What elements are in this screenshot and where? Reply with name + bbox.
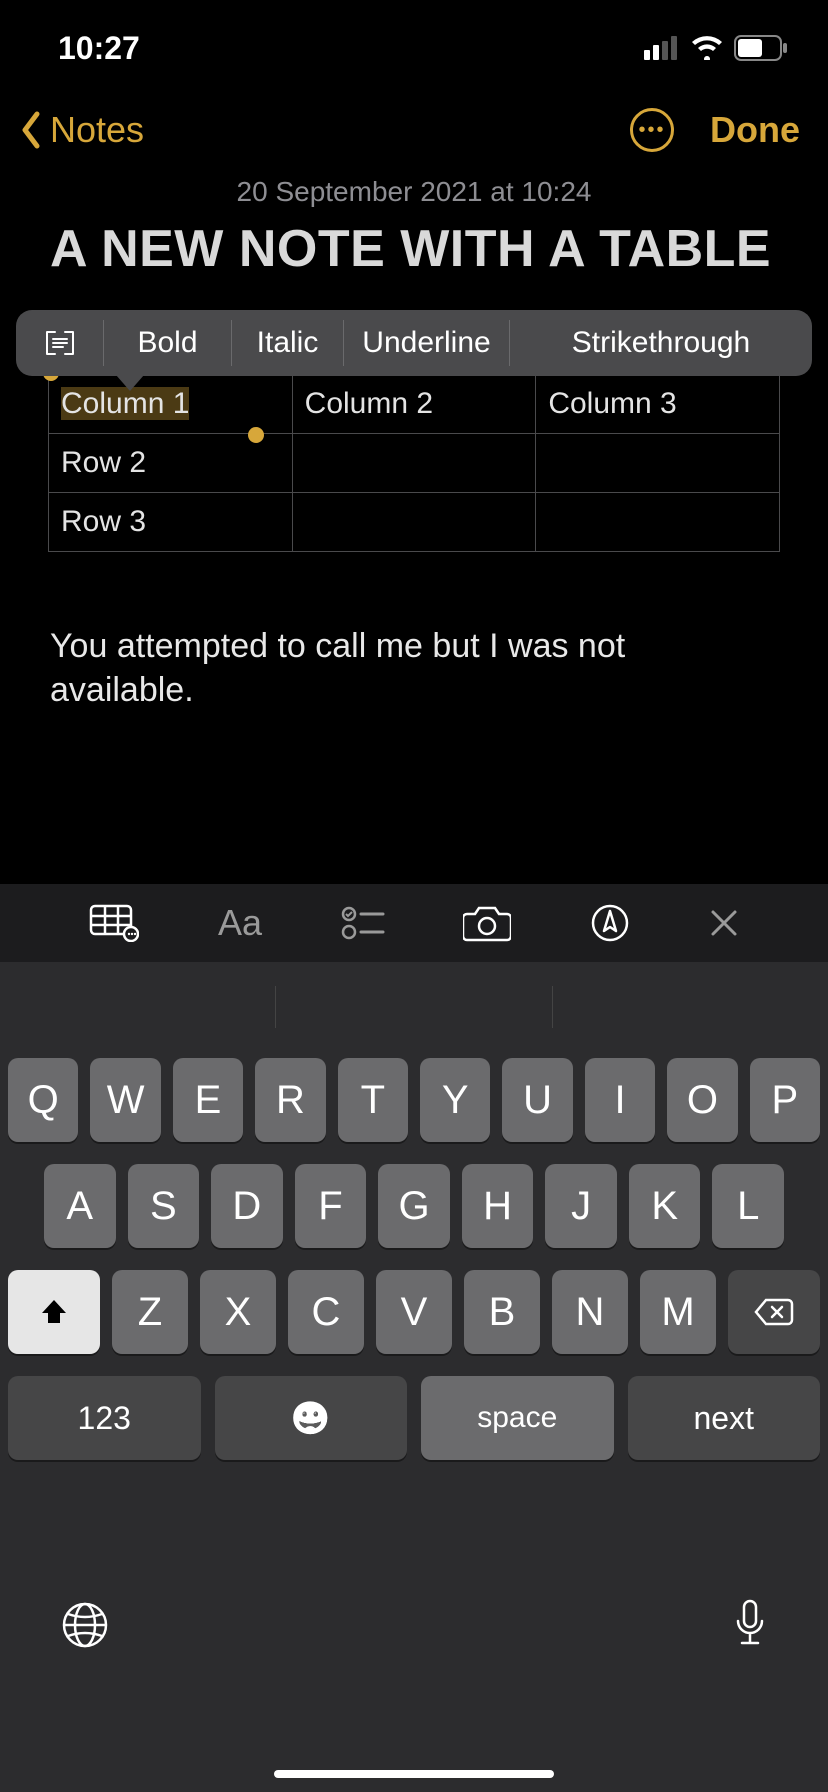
- delete-key[interactable]: [728, 1270, 820, 1354]
- table-icon: [89, 904, 139, 942]
- key-r[interactable]: R: [255, 1058, 325, 1142]
- note-timestamp: 20 September 2021 at 10:24: [0, 172, 828, 220]
- key-row: Z X C V B N M: [8, 1270, 820, 1354]
- key-y[interactable]: Y: [420, 1058, 490, 1142]
- key-d[interactable]: D: [211, 1164, 283, 1248]
- table-cell[interactable]: [292, 492, 536, 551]
- key-z[interactable]: Z: [112, 1270, 188, 1354]
- format-toolbar: Aa: [0, 884, 828, 962]
- status-indicators: [644, 35, 788, 61]
- chevron-left-icon: [14, 108, 48, 152]
- ellipsis-icon: •••: [638, 119, 665, 142]
- format-strikethrough-button[interactable]: Strikethrough: [510, 320, 812, 366]
- wifi-icon: [690, 36, 724, 60]
- format-italic-button[interactable]: Italic: [232, 320, 344, 366]
- space-key[interactable]: space: [421, 1376, 614, 1460]
- key-x[interactable]: X: [200, 1270, 276, 1354]
- close-toolbar-button[interactable]: [709, 908, 739, 938]
- emoji-icon: 😀: [291, 1399, 331, 1437]
- text-format-popup: Bold Italic Underline Strikethrough: [16, 310, 812, 376]
- table-cell[interactable]: [536, 492, 780, 551]
- nav-bar: Notes ••• Done: [0, 88, 828, 172]
- dictation-key[interactable]: [732, 1599, 768, 1656]
- key-g[interactable]: G: [378, 1164, 450, 1248]
- key-u[interactable]: U: [502, 1058, 572, 1142]
- key-q[interactable]: Q: [8, 1058, 78, 1142]
- key-s[interactable]: S: [128, 1164, 200, 1248]
- key-f[interactable]: F: [295, 1164, 367, 1248]
- status-time: 10:27: [58, 30, 140, 67]
- key-w[interactable]: W: [90, 1058, 160, 1142]
- key-m[interactable]: M: [640, 1270, 716, 1354]
- emoji-key[interactable]: 😀: [215, 1376, 408, 1460]
- key-n[interactable]: N: [552, 1270, 628, 1354]
- suggestion-slot[interactable]: [276, 986, 552, 1028]
- markup-icon: [590, 903, 630, 943]
- suggestion-slot[interactable]: [553, 986, 828, 1028]
- key-j[interactable]: J: [545, 1164, 617, 1248]
- back-button[interactable]: Notes: [14, 108, 144, 152]
- key-b[interactable]: B: [464, 1270, 540, 1354]
- status-bar: 10:27: [0, 0, 828, 88]
- key-h[interactable]: H: [462, 1164, 534, 1248]
- home-indicator[interactable]: [274, 1770, 554, 1778]
- checklist-button[interactable]: [341, 906, 385, 940]
- done-button[interactable]: Done: [710, 109, 800, 151]
- camera-icon: [463, 904, 511, 942]
- back-label: Notes: [50, 109, 144, 151]
- close-icon: [709, 908, 739, 938]
- key-row: Q W E R T Y U I O P: [8, 1058, 820, 1142]
- table-cell[interactable]: [536, 433, 780, 492]
- table-row: Row 2: [49, 433, 780, 492]
- globe-key[interactable]: [60, 1600, 110, 1655]
- key-k[interactable]: K: [629, 1164, 701, 1248]
- key-t[interactable]: T: [338, 1058, 408, 1142]
- numbers-key[interactable]: 123: [8, 1376, 201, 1460]
- shift-key[interactable]: [8, 1270, 100, 1354]
- markup-button[interactable]: [590, 903, 630, 943]
- next-key[interactable]: next: [628, 1376, 821, 1460]
- table-button[interactable]: [89, 904, 139, 942]
- table-cell[interactable]: Column 3: [536, 374, 780, 433]
- note-title[interactable]: A NEW NOTE WITH A TABLE: [0, 220, 828, 280]
- table-cell[interactable]: Row 3: [49, 492, 293, 551]
- format-underline-button[interactable]: Underline: [344, 320, 510, 366]
- backspace-icon: [754, 1297, 794, 1327]
- key-row: A S D F G H J K L: [8, 1164, 820, 1248]
- key-i[interactable]: I: [585, 1058, 655, 1142]
- text-style-button[interactable]: Aa: [218, 902, 262, 944]
- suggestion-slot[interactable]: [0, 986, 276, 1028]
- cell-signal-icon: [644, 36, 680, 60]
- globe-icon: [60, 1600, 110, 1650]
- format-indent-button[interactable]: [16, 320, 104, 366]
- shift-icon: [39, 1297, 69, 1327]
- suggestion-bar: [0, 962, 828, 1052]
- table-cell[interactable]: Column 1: [49, 374, 293, 433]
- key-a[interactable]: A: [44, 1164, 116, 1248]
- table-row: Column 1 Column 2 Column 3: [49, 374, 780, 433]
- format-bold-button[interactable]: Bold: [104, 320, 232, 366]
- format-indent-icon: [45, 330, 75, 356]
- microphone-icon: [732, 1599, 768, 1651]
- key-l[interactable]: L: [712, 1164, 784, 1248]
- note-body[interactable]: You attempted to call me but I was not a…: [0, 552, 828, 712]
- table-cell[interactable]: Column 2: [292, 374, 536, 433]
- key-o[interactable]: O: [667, 1058, 737, 1142]
- key-v[interactable]: V: [376, 1270, 452, 1354]
- table-row: Row 3: [49, 492, 780, 551]
- key-row: 123 😀 space next: [8, 1376, 820, 1460]
- table-cell[interactable]: [292, 433, 536, 492]
- more-button[interactable]: •••: [630, 108, 674, 152]
- key-p[interactable]: P: [750, 1058, 820, 1142]
- note-table[interactable]: Column 1 Column 2 Column 3 Row 2 Row 3: [48, 374, 780, 552]
- battery-icon: [734, 35, 788, 61]
- selection-handle-icon[interactable]: [248, 427, 264, 443]
- key-c[interactable]: C: [288, 1270, 364, 1354]
- camera-button[interactable]: [463, 904, 511, 942]
- key-e[interactable]: E: [173, 1058, 243, 1142]
- checklist-icon: [341, 906, 385, 940]
- keyboard: Q W E R T Y U I O P A S D F G H J K L Z …: [0, 962, 828, 1792]
